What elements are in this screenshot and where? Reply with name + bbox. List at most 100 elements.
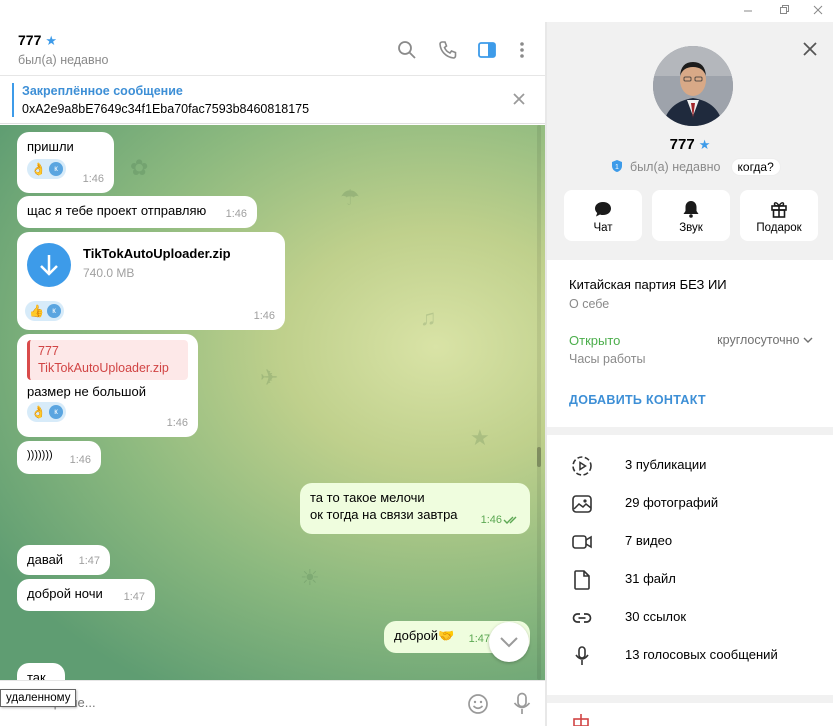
message-text: размер не большой [27, 384, 146, 399]
message-time: 1:46 [480, 514, 502, 526]
profile-name-text: 777 [669, 136, 695, 153]
hours-label: Часы работы [569, 352, 646, 366]
media-row-stories[interactable]: 3 публикации [547, 446, 833, 484]
message-text: так [27, 670, 46, 680]
message-time: 1:46 [69, 454, 91, 466]
message-composer [0, 680, 545, 726]
chat-title[interactable]: 777 ★ [18, 32, 57, 49]
reaction-chip[interactable]: 👍 к [25, 301, 64, 321]
message-bubble[interactable]: давай 1:47 [17, 545, 110, 575]
download-icon[interactable] [27, 243, 71, 287]
message-bubble[interactable]: ))))))) 1:46 [17, 441, 101, 474]
file-message-bubble[interactable]: TikTokAutoUploader.zip 740.0 MB 👍 к 1:46 [17, 232, 285, 330]
pinned-message[interactable]: Закреплённое сообщение 0xA2e9a8bE7649c34… [0, 77, 545, 124]
avatar[interactable] [653, 46, 733, 126]
gift-action-label: Подарок [756, 222, 802, 234]
chevron-down-icon [500, 637, 518, 648]
media-label: 31 файл [625, 571, 676, 586]
message-bubble[interactable]: щас я тебе проект отправляю 1:46 [17, 196, 257, 228]
when-button[interactable]: когда? [730, 158, 781, 176]
tooltip: удаленному [0, 689, 77, 707]
chat-messages-area[interactable]: ✿ ☂ ♫ ✈ ♥ ☀ ★ ✉ пришли 👌 к 1:46 щас я те… [0, 125, 545, 680]
background-pattern-icon: ✿ [130, 155, 149, 180]
video-icon [571, 531, 593, 553]
media-label: 13 голосовых сообщений [625, 647, 778, 662]
pinned-indicator [12, 83, 14, 117]
message-time: 1:47 [78, 555, 100, 567]
media-row-voice[interactable]: 13 голосовых сообщений [547, 636, 833, 674]
gift-action-button[interactable]: Подарок [740, 190, 818, 241]
media-row-links[interactable]: 30 ссылок [547, 598, 833, 636]
close-window-icon[interactable] [811, 3, 825, 17]
reply-message-bubble[interactable]: 777 TikTokAutoUploader.zip размер не бол… [17, 334, 198, 437]
chat-bubble-icon [593, 199, 613, 219]
window-titlebar [0, 0, 833, 22]
bio-text[interactable]: Китайская партия БЕЗ ИИ [569, 277, 727, 292]
outgoing-message-bubble[interactable]: та то такое мелочи ок тогда на связи зав… [300, 483, 530, 534]
media-row-files[interactable]: 31 файл [547, 560, 833, 598]
pinned-text: 0xA2e9a8bE7649c34f1Eba70fac7593b84608181… [22, 102, 310, 116]
microphone-icon [571, 645, 593, 667]
emoji-icon[interactable] [467, 693, 489, 715]
read-checkmarks-icon [503, 512, 521, 529]
chevron-down-icon [803, 337, 813, 343]
sidebar-toggle-icon[interactable] [477, 40, 497, 60]
reply-quote[interactable]: 777 TikTokAutoUploader.zip [27, 340, 188, 380]
more-options-icon[interactable] [512, 40, 532, 60]
sound-action-button[interactable]: Звук [652, 190, 730, 241]
gift-icon [571, 713, 591, 726]
message-time: 1:46 [166, 417, 188, 429]
media-row-videos[interactable]: 7 видео [547, 522, 833, 560]
profile-status-text: был(а) недавно [630, 160, 721, 174]
background-pattern-icon: ★ [470, 425, 490, 450]
open-status: Открыто [569, 333, 621, 348]
reaction-avatar: к [48, 405, 63, 419]
background-pattern-icon: ✈ [260, 365, 279, 390]
premium-star-icon[interactable]: ★ [699, 137, 711, 152]
search-icon[interactable] [397, 40, 417, 60]
svg-text:1: 1 [615, 164, 619, 171]
premium-star-icon: ★ [45, 33, 58, 48]
profile-actions-section [547, 703, 833, 726]
bio-label: О себе [569, 297, 610, 311]
reaction-chip[interactable]: 👌 к [27, 402, 66, 422]
media-label: 30 ссылок [625, 609, 687, 624]
reaction-emoji: 👌 [31, 404, 46, 419]
privacy-shield-icon: 1 [610, 159, 624, 176]
minimize-window-icon[interactable] [741, 3, 755, 17]
link-icon [571, 607, 593, 629]
profile-status: 1 был(а) недавно когда? [610, 158, 781, 176]
profile-header: 777 ★ 1 был(а) недавно когда? Чат Звук По… [547, 22, 833, 258]
business-hours-dropdown[interactable]: круглосуточно [717, 333, 813, 347]
message-time: 1:46 [225, 208, 247, 220]
message-bubble[interactable]: доброй ночи 1:47 [17, 579, 155, 611]
phone-call-icon[interactable] [438, 40, 458, 60]
message-bubble[interactable]: так [17, 663, 65, 680]
background-pattern-icon: ♫ [420, 305, 437, 330]
message-time: 1:46 [82, 173, 104, 185]
quote-text: TikTokAutoUploader.zip [38, 361, 169, 375]
message-time: 1:46 [253, 310, 275, 322]
close-profile-icon[interactable] [801, 40, 819, 58]
microphone-icon[interactable] [512, 692, 532, 716]
scroll-to-bottom-button[interactable] [489, 622, 529, 662]
file-size: 740.0 MB [83, 266, 135, 280]
scrollbar[interactable] [537, 125, 541, 680]
profile-info-section: Китайская партия БЕЗ ИИ О себе Открыто к… [547, 260, 833, 427]
close-pinned-icon[interactable] [511, 91, 527, 107]
file-name[interactable]: TikTokAutoUploader.zip [83, 245, 231, 262]
add-contact-button[interactable]: ДОБАВИТЬ КОНТАКТ [569, 393, 706, 407]
scrollbar-thumb[interactable] [537, 447, 541, 467]
chat-action-label: Чат [593, 222, 613, 234]
reaction-chip[interactable]: 👌 к [27, 159, 66, 179]
shared-media-section: 3 публикации 29 фотографий 7 видео 31 фа… [547, 435, 833, 695]
restore-window-icon[interactable] [777, 3, 791, 17]
reaction-avatar: к [48, 162, 63, 176]
media-row-photos[interactable]: 29 фотографий [547, 484, 833, 522]
media-label: 29 фотографий [625, 495, 719, 510]
chat-action-button[interactable]: Чат [564, 190, 642, 241]
message-time: 1:47 [123, 591, 145, 603]
profile-panel: 777 ★ 1 был(а) недавно когда? Чат Звук По… [547, 22, 833, 726]
message-bubble[interactable]: пришли 👌 к 1:46 [17, 132, 114, 193]
pinned-title: Закреплённое сообщение [22, 84, 183, 98]
